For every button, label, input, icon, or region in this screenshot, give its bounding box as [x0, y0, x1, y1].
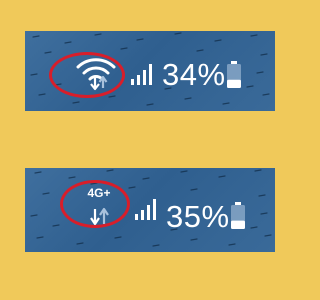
status-bar-panel-wifi: 34% [25, 31, 275, 111]
battery-percent-text: 34% [162, 57, 226, 92]
battery-icon [226, 61, 242, 89]
signal-bars-icon [133, 198, 157, 220]
status-bar-panel-mobile-data: 4G+ 35% [25, 168, 275, 252]
status-icons-row: 4G+ 35% [25, 168, 275, 252]
highlight-circle [60, 180, 130, 228]
battery-icon [230, 202, 246, 230]
battery-percent-text: 35% [166, 199, 230, 234]
status-icons-row: 34% [25, 31, 275, 111]
signal-bars-icon [129, 63, 153, 85]
highlight-circle [49, 52, 125, 98]
